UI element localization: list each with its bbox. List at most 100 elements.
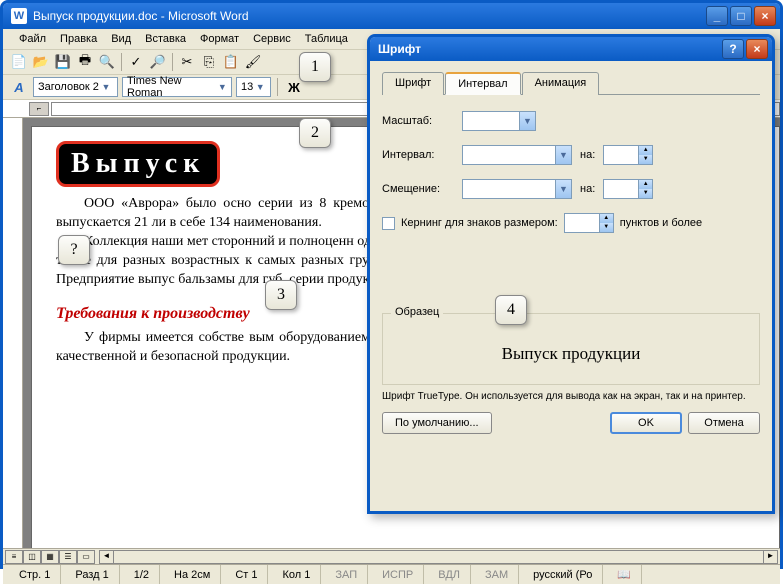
- cancel-button[interactable]: Отмена: [688, 412, 760, 434]
- open-icon[interactable]: 📂: [31, 52, 51, 72]
- preview-legend: Образец: [391, 306, 443, 318]
- status-at: На 2см: [164, 565, 221, 584]
- default-button[interactable]: По умолчанию...: [382, 412, 492, 434]
- status-trk: ИСПР: [372, 565, 424, 584]
- styles-pane-icon[interactable]: A: [9, 77, 29, 97]
- dialog-tabs: Шрифт Интервал Анимация: [382, 71, 760, 95]
- font-dialog: Шрифт ? × Шрифт Интервал Анимация Масшта…: [367, 34, 775, 514]
- status-page: Стр. 1: [9, 565, 61, 584]
- interval-select[interactable]: ▼: [462, 145, 572, 165]
- menu-file[interactable]: Файл: [13, 31, 52, 47]
- chevron-down-icon[interactable]: ▼: [555, 180, 571, 198]
- status-ext: ВДЛ: [428, 565, 471, 584]
- spin-down-icon[interactable]: ▼: [639, 155, 652, 164]
- menu-edit[interactable]: Правка: [54, 31, 103, 47]
- status-rec: ЗАП: [325, 565, 368, 584]
- status-section: Разд 1: [65, 565, 119, 584]
- status-col: Кол 1: [272, 565, 321, 584]
- chevron-down-icon[interactable]: ▼: [216, 82, 229, 92]
- offset-select[interactable]: ▼: [462, 179, 572, 199]
- kerning-spinner[interactable]: ▲▼: [564, 213, 614, 233]
- cut-icon[interactable]: ✂: [177, 52, 197, 72]
- preview-note: Шрифт TrueType. Он используется для выво…: [382, 391, 760, 402]
- status-pages: 1/2: [124, 565, 160, 584]
- menu-table[interactable]: Таблица: [299, 31, 354, 47]
- kerning-checkbox[interactable]: [382, 217, 395, 230]
- preview-text: Выпуск продукции: [393, 338, 749, 370]
- print-view-icon[interactable]: ▦: [41, 550, 59, 564]
- callout-question: ?: [58, 235, 90, 265]
- spin-down-icon[interactable]: ▼: [600, 223, 613, 232]
- offset-by-spinner[interactable]: ▲▼: [603, 179, 653, 199]
- tab-interval[interactable]: Интервал: [445, 72, 520, 95]
- fontsize-combo[interactable]: 13 ▼: [236, 77, 271, 97]
- menu-view[interactable]: Вид: [105, 31, 137, 47]
- print-preview-icon[interactable]: 🔍: [97, 52, 117, 72]
- status-book-icon[interactable]: 📖: [607, 565, 642, 584]
- status-bar: Стр. 1 Разд 1 1/2 На 2см Ст 1 Кол 1 ЗАП …: [3, 564, 780, 584]
- outline-view-icon[interactable]: ☰: [59, 550, 77, 564]
- tab-selector[interactable]: ⌐: [29, 102, 49, 116]
- spinner-value: [604, 180, 638, 198]
- menu-format[interactable]: Формат: [194, 31, 245, 47]
- kerning-suffix: пунктов и более: [620, 217, 702, 229]
- view-buttons: ≡ ◫ ▦ ☰ ▭: [3, 550, 97, 564]
- font-combo[interactable]: Times New Roman ▼: [122, 77, 232, 97]
- save-icon[interactable]: 💾: [53, 52, 73, 72]
- spin-up-icon[interactable]: ▲: [600, 214, 613, 223]
- toolbar-separator: [121, 53, 122, 71]
- callout-2: 2: [299, 118, 331, 148]
- fontsize-value: 13: [241, 81, 253, 93]
- web-view-icon[interactable]: ◫: [23, 550, 41, 564]
- tab-animation[interactable]: Анимация: [522, 72, 600, 95]
- style-value: Заголовок 2: [38, 81, 99, 93]
- interval-by-spinner[interactable]: ▲▼: [603, 145, 653, 165]
- dialog-help-button[interactable]: ?: [722, 39, 744, 59]
- dialog-titlebar: Шрифт ? ×: [370, 37, 772, 61]
- close-button[interactable]: ×: [754, 6, 776, 26]
- callout-3: 3: [265, 280, 297, 310]
- horizontal-scrollbar[interactable]: ◄ ►: [99, 550, 778, 564]
- offset-label: Смещение:: [382, 183, 454, 195]
- menu-tools[interactable]: Сервис: [247, 31, 297, 47]
- status-lang: русский (Ро: [523, 565, 603, 584]
- interval-by-label: на:: [580, 149, 595, 161]
- tab-font[interactable]: Шрифт: [382, 72, 444, 95]
- chevron-down-icon[interactable]: ▼: [253, 82, 267, 92]
- normal-view-icon[interactable]: ≡: [5, 550, 23, 564]
- chevron-down-icon[interactable]: ▼: [99, 82, 113, 92]
- spinner-value: [604, 146, 638, 164]
- spin-down-icon[interactable]: ▼: [639, 189, 652, 198]
- format-painter-icon[interactable]: 🖌: [243, 52, 263, 72]
- menu-insert[interactable]: Вставка: [139, 31, 192, 47]
- dialog-close-button[interactable]: ×: [746, 39, 768, 59]
- chevron-down-icon[interactable]: ▼: [555, 146, 571, 164]
- titlebar: W Выпуск продукции.doc - Microsoft Word …: [3, 3, 780, 29]
- research-icon[interactable]: 🔎: [148, 52, 168, 72]
- app-icon: W: [11, 8, 27, 24]
- paste-icon[interactable]: 📋: [221, 52, 241, 72]
- copy-icon[interactable]: ⎘: [199, 52, 219, 72]
- font-value: Times New Roman: [127, 75, 216, 99]
- scroll-left-icon[interactable]: ◄: [100, 551, 114, 563]
- selected-heading[interactable]: Выпуск: [56, 141, 220, 187]
- maximize-button[interactable]: □: [730, 6, 752, 26]
- status-line: Ст 1: [225, 565, 268, 584]
- spin-up-icon[interactable]: ▲: [639, 146, 652, 155]
- reading-view-icon[interactable]: ▭: [77, 550, 95, 564]
- ok-button[interactable]: OK: [610, 412, 682, 434]
- style-combo[interactable]: Заголовок 2 ▼: [33, 77, 118, 97]
- toolbar-separator: [172, 53, 173, 71]
- offset-by-label: на:: [580, 183, 595, 195]
- new-doc-icon[interactable]: 📄: [9, 52, 29, 72]
- bottom-bar: ≡ ◫ ▦ ☰ ▭ ◄ ►: [3, 548, 780, 564]
- chevron-down-icon[interactable]: ▼: [519, 112, 535, 130]
- spellcheck-icon[interactable]: ✓: [126, 52, 146, 72]
- dialog-body: Шрифт Интервал Анимация Масштаб: ▼ Интер…: [370, 61, 772, 444]
- scroll-right-icon[interactable]: ►: [763, 551, 777, 563]
- callout-4: 4: [495, 295, 527, 325]
- spin-up-icon[interactable]: ▲: [639, 180, 652, 189]
- scale-select[interactable]: ▼: [462, 111, 536, 131]
- minimize-button[interactable]: _: [706, 6, 728, 26]
- print-icon[interactable]: 🖶: [75, 52, 95, 72]
